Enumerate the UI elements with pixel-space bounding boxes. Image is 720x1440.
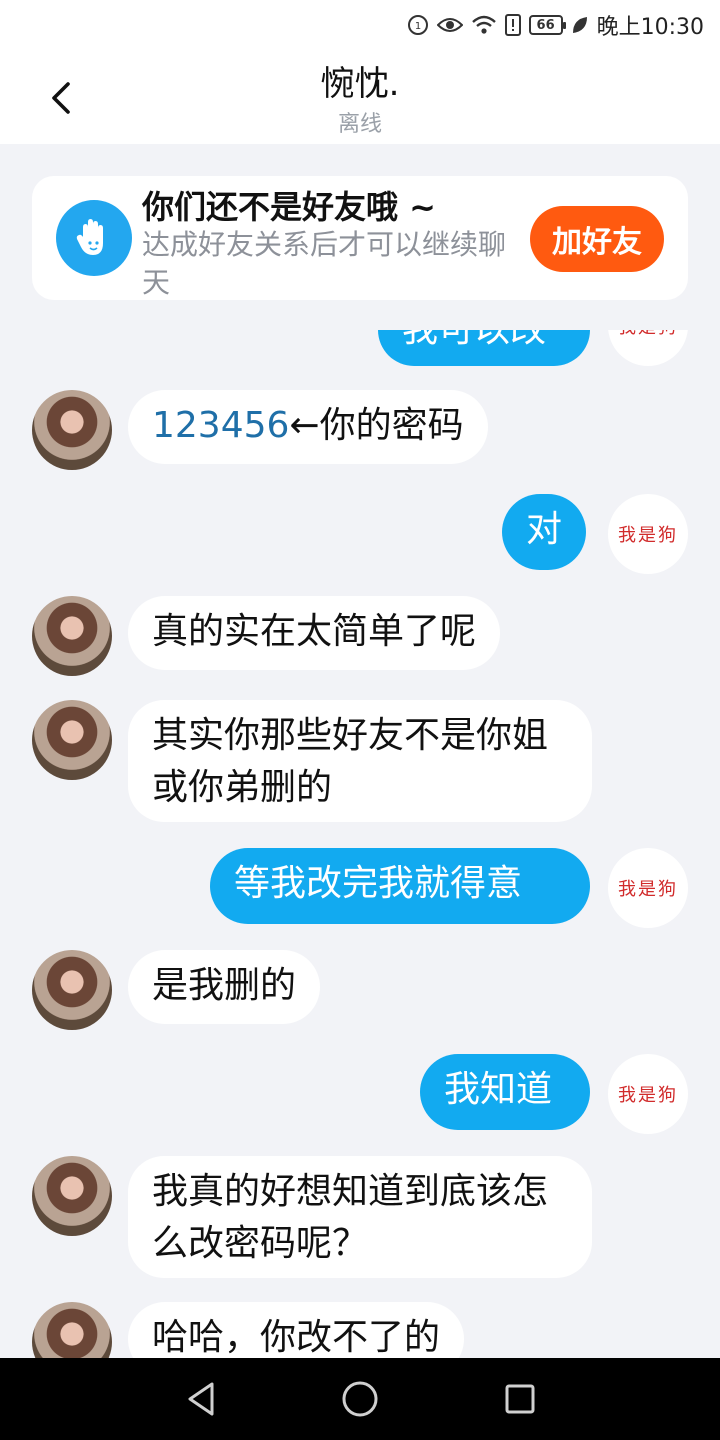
circle-home-icon — [342, 1381, 378, 1417]
banner-title: 你们还不是好友哦 ~ — [142, 188, 436, 226]
message-bubble-outgoing[interactable]: 我知道 — [420, 1054, 590, 1130]
message-bubble-incoming[interactable]: 其实你那些好友不是你姐或你弟删的 — [128, 700, 592, 822]
chat-header: 惋忱. 离线 — [0, 50, 720, 144]
online-status: 离线 — [337, 112, 382, 137]
eye-icon — [436, 15, 463, 35]
data-saver-icon: 1 — [407, 14, 429, 36]
message-bubble-incoming[interactable]: 是我删的 — [128, 950, 321, 1024]
my-avatar[interactable]: 我是狗 — [608, 330, 688, 366]
my-avatar[interactable]: 我是狗 — [608, 1054, 688, 1134]
contact-avatar[interactable] — [32, 950, 112, 1030]
my-avatar[interactable]: 我是狗 — [608, 494, 688, 574]
status-bar: 1 66 晚上10:30 — [0, 0, 720, 50]
contact-avatar[interactable] — [32, 390, 112, 470]
my-avatar[interactable]: 我是狗 — [608, 848, 688, 928]
contact-name: 惋忱. — [320, 64, 400, 104]
leaf-icon — [571, 15, 589, 35]
phone-number-link[interactable]: 123456 — [152, 405, 289, 446]
message-bubble-outgoing[interactable]: 对 — [502, 494, 587, 570]
message-bubble-incoming[interactable]: 哈哈，你改不了的 — [128, 1302, 465, 1358]
message-list[interactable]: 我可以改 我是狗 123456←你的密码 对 我是狗 真的实在太简单了呢 其实你… — [0, 330, 720, 1358]
message-bubble-incoming[interactable]: 123456←你的密码 — [128, 390, 488, 464]
recents-nav-button[interactable] — [497, 1376, 543, 1422]
home-nav-button[interactable] — [337, 1376, 383, 1422]
system-navigation-bar — [0, 1358, 720, 1440]
svg-text:1: 1 — [414, 21, 420, 32]
contact-avatar[interactable] — [32, 700, 112, 780]
contact-avatar[interactable] — [32, 1302, 112, 1358]
back-nav-button[interactable] — [178, 1376, 224, 1422]
clock: 晚上10:30 — [596, 15, 704, 40]
not-friends-banner: 你们还不是好友哦 ~ 达成好友关系后才可以继续聊天 加好友 — [32, 176, 688, 300]
sim-alert-icon — [504, 14, 521, 36]
battery-indicator: 66 — [528, 15, 566, 35]
square-recents-icon — [505, 1384, 535, 1414]
message-bubble-incoming[interactable]: 我真的好想知道到底该怎么改密码呢？ — [128, 1156, 592, 1278]
message-bubble-outgoing[interactable]: 我可以改 — [378, 330, 590, 366]
message-bubble-outgoing[interactable]: 等我改完我就得意 — [210, 848, 590, 924]
triangle-back-icon — [188, 1382, 214, 1416]
hand-wave-icon — [56, 200, 132, 276]
banner-description: 达成好友关系后才可以继续聊天 — [142, 228, 507, 299]
wifi-icon — [471, 14, 497, 36]
contact-avatar[interactable] — [32, 1156, 112, 1236]
contact-avatar[interactable] — [32, 596, 112, 676]
message-bubble-incoming[interactable]: 真的实在太简单了呢 — [128, 596, 501, 670]
add-friend-button[interactable]: 加好友 — [530, 206, 664, 272]
